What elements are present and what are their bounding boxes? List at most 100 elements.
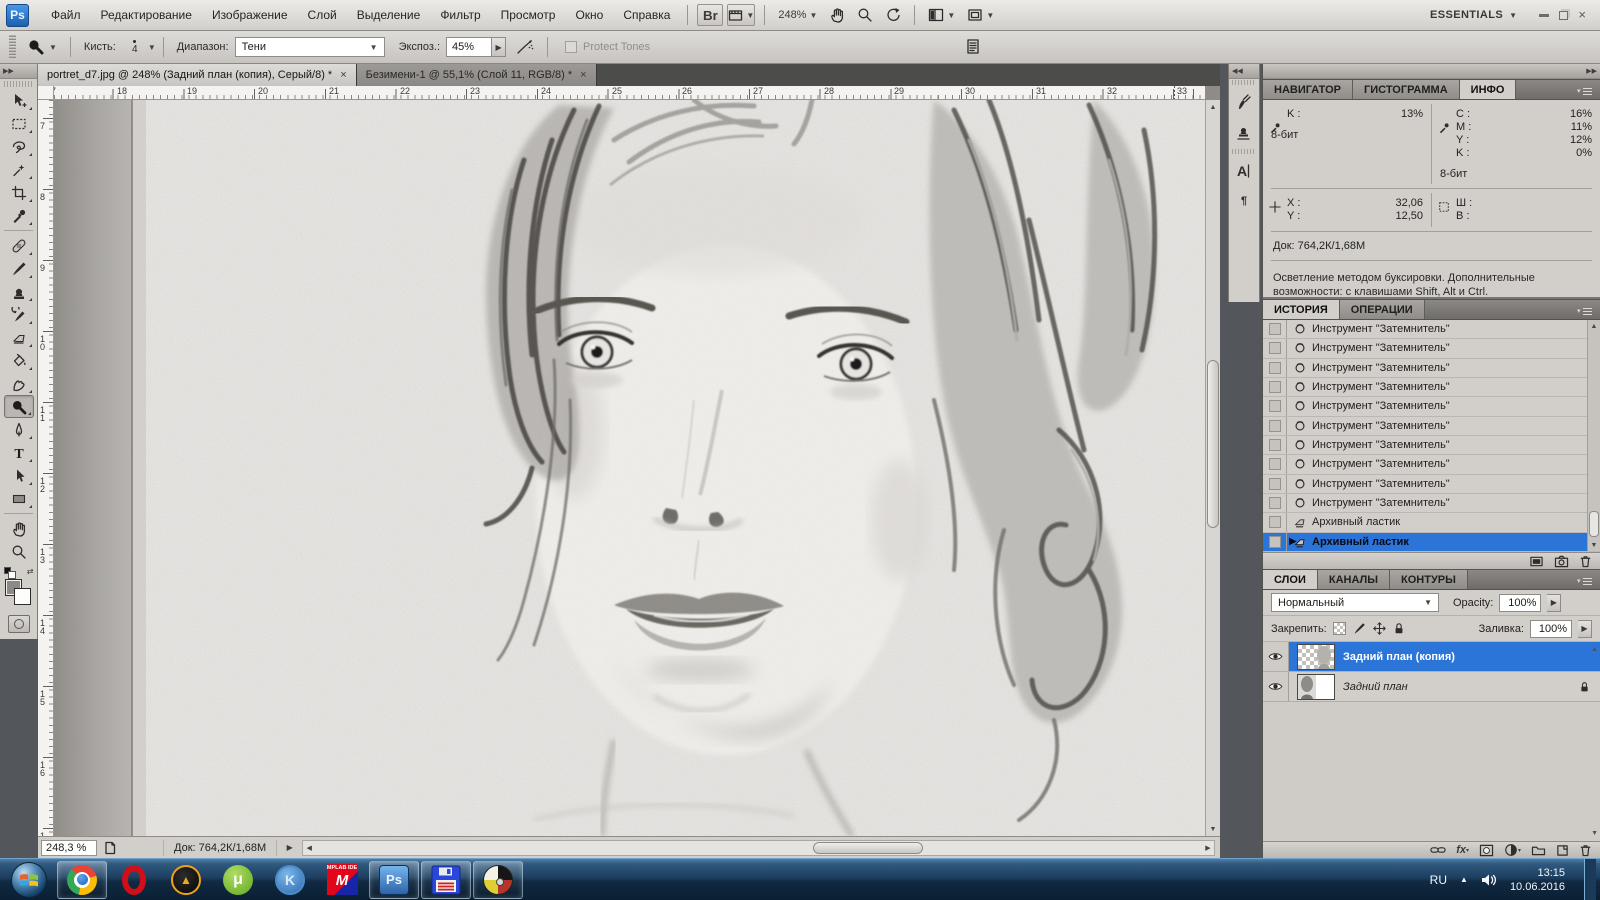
canvas-area[interactable] (54, 100, 1205, 836)
document-tab-inactive[interactable]: Безимени-1 @ 55,1% (Слой 11, RGB/8) * × (356, 64, 597, 86)
lock-all-icon[interactable] (1393, 622, 1405, 635)
horizontal-scroll-thumb[interactable] (813, 841, 924, 854)
bridge-button[interactable]: Br (697, 4, 724, 26)
default-colors-icon[interactable] (3, 567, 16, 579)
history-item[interactable]: Инструмент "Затемнитель" (1263, 358, 1600, 378)
tool-quick-selection[interactable] (4, 158, 34, 181)
menu-edit[interactable]: Редактирование (91, 0, 202, 30)
start-button[interactable] (8, 861, 50, 899)
close-button[interactable]: × (1578, 8, 1586, 21)
tool-path-selection[interactable] (4, 464, 34, 487)
document-tab-active[interactable]: portret_d7.jpg @ 248% (Задний план (копи… (38, 64, 357, 86)
panel-menu-icon[interactable]: ▾ (1577, 85, 1595, 97)
layer-thumbnail[interactable] (1297, 643, 1335, 670)
tab-channels[interactable]: КАНАЛЫ (1317, 570, 1391, 589)
menu-view[interactable]: Просмотр (491, 0, 566, 30)
restore-button[interactable] (1559, 10, 1569, 20)
exposure-slider-button[interactable]: ▶ (492, 37, 507, 57)
menu-file[interactable]: Файл (41, 0, 91, 30)
taskbar-clock[interactable]: 13:15 10.06.2016 (1510, 866, 1565, 894)
history-source-well[interactable] (1263, 339, 1287, 358)
history-item[interactable]: Архивный ластик (1263, 513, 1600, 533)
tab-history[interactable]: ИСТОРИЯ (1263, 300, 1340, 319)
menu-filter[interactable]: Фильтр (430, 0, 490, 30)
tool-rectangular-marquee[interactable] (4, 112, 34, 135)
active-tool-preset[interactable]: ▼ (21, 38, 63, 56)
tool-type[interactable]: T (4, 441, 34, 464)
drag-grip[interactable] (9, 35, 16, 59)
tab-layers[interactable]: СЛОИ (1263, 570, 1318, 589)
background-color-swatch[interactable] (13, 588, 31, 605)
scroll-down-icon[interactable]: ▼ (1591, 830, 1598, 837)
history-item[interactable]: Инструмент "Затемнитель" (1263, 339, 1600, 359)
tool-pen[interactable] (4, 418, 34, 441)
scroll-down-icon[interactable]: ▼ (1588, 539, 1600, 551)
toggle-panel-button[interactable] (965, 38, 981, 56)
layer-visibility-toggle[interactable] (1263, 672, 1289, 701)
taskbar-chrome[interactable] (57, 860, 107, 899)
layer-visibility-toggle[interactable] (1263, 642, 1289, 671)
opacity-slider-button[interactable]: ▶ (1547, 593, 1562, 612)
history-item[interactable]: Инструмент "Затемнитель" (1263, 320, 1600, 340)
brush-panel-icon[interactable] (1231, 89, 1257, 115)
tools-drag-grip[interactable] (4, 81, 33, 87)
tool-history-brush[interactable] (4, 303, 34, 326)
history-item[interactable]: Инструмент "Затемнитель" (1263, 416, 1600, 436)
history-source-well[interactable] (1263, 416, 1287, 435)
history-source-well[interactable] (1263, 493, 1287, 513)
zoom-tool-shortcut[interactable] (857, 7, 873, 23)
scroll-up-icon[interactable]: ▲ (1206, 100, 1220, 114)
tool-shape[interactable] (4, 487, 34, 510)
scroll-down-icon[interactable]: ▼ (1206, 822, 1220, 836)
tool-paint-bucket[interactable] (4, 349, 34, 372)
lock-pixels-icon[interactable] (1353, 622, 1366, 635)
fill-field[interactable]: 100% (1530, 619, 1572, 638)
tool-dodge[interactable] (3, 395, 34, 418)
history-source-well[interactable] (1263, 474, 1287, 493)
history-source-well[interactable] (1263, 320, 1287, 339)
layer-row[interactable]: Задний план (1263, 672, 1600, 702)
tray-expand-icon[interactable]: ▲ (1460, 875, 1468, 884)
new-group-button[interactable] (1531, 844, 1546, 856)
history-item[interactable]: Инструмент "Затемнитель" (1263, 474, 1600, 494)
panel-menu-icon[interactable]: ▾ (1577, 575, 1595, 587)
arrange-documents-button[interactable]: ▼ (928, 8, 955, 22)
history-source-well[interactable] (1263, 532, 1287, 551)
tool-move[interactable] (4, 89, 34, 112)
strip-expand-button[interactable]: ◀◀ (1229, 64, 1259, 79)
link-layers-button[interactable] (1430, 845, 1446, 855)
new-snapshot-button[interactable] (1554, 555, 1569, 568)
airbrush-toggle[interactable] (516, 39, 534, 55)
tab-actions[interactable]: ОПЕРАЦИИ (1339, 300, 1425, 319)
tool-hand[interactable] (4, 517, 34, 540)
scroll-up-icon[interactable]: ▲ (1588, 320, 1600, 332)
horizontal-scrollbar[interactable]: ◀ ▶ (302, 839, 1215, 856)
history-source-well[interactable] (1263, 455, 1287, 474)
volume-icon[interactable] (1481, 873, 1497, 887)
tool-eraser[interactable] (4, 326, 34, 349)
history-item-selected[interactable]: ▶ Архивный ластик (1263, 532, 1600, 552)
exposure-input[interactable]: 45% (446, 37, 493, 57)
screen-mode-button[interactable]: ▼ (967, 8, 994, 22)
history-item[interactable]: Инструмент "Затемнитель" (1263, 455, 1600, 475)
scroll-right-icon[interactable]: ▶ (1202, 841, 1214, 855)
taskbar-photoshop[interactable]: Ps (369, 860, 419, 899)
tool-healing-brush[interactable] (4, 234, 34, 257)
ruler-origin-corner[interactable] (38, 86, 54, 100)
history-scrollbar[interactable]: ▲ ▼ (1587, 320, 1600, 551)
tool-eyedropper[interactable] (4, 204, 34, 227)
workspace-switcher[interactable]: ESSENTIALS ▼ (1430, 9, 1517, 21)
delete-state-button[interactable] (1579, 554, 1592, 568)
vertical-scrollbar[interactable]: ▲ ▼ (1205, 100, 1220, 836)
scroll-up-icon[interactable]: ▲ (1591, 646, 1598, 653)
taskbar-mplab[interactable]: MPLAB IDE M (317, 861, 367, 899)
tools-collapse-button[interactable]: ▶▶ (0, 64, 37, 79)
hand-tool-shortcut[interactable] (829, 7, 845, 23)
taskbar-opera[interactable] (109, 861, 159, 899)
fill-slider-button[interactable]: ▶ (1578, 619, 1592, 638)
tab-navigator[interactable]: НАВИГАТОР (1263, 80, 1354, 99)
paragraph-panel-icon[interactable]: ¶ (1231, 188, 1257, 214)
layer-row-selected[interactable]: Задний план (копия) (1263, 642, 1600, 672)
menu-layer[interactable]: Слой (298, 0, 347, 30)
close-tab-icon[interactable]: × (340, 69, 346, 81)
